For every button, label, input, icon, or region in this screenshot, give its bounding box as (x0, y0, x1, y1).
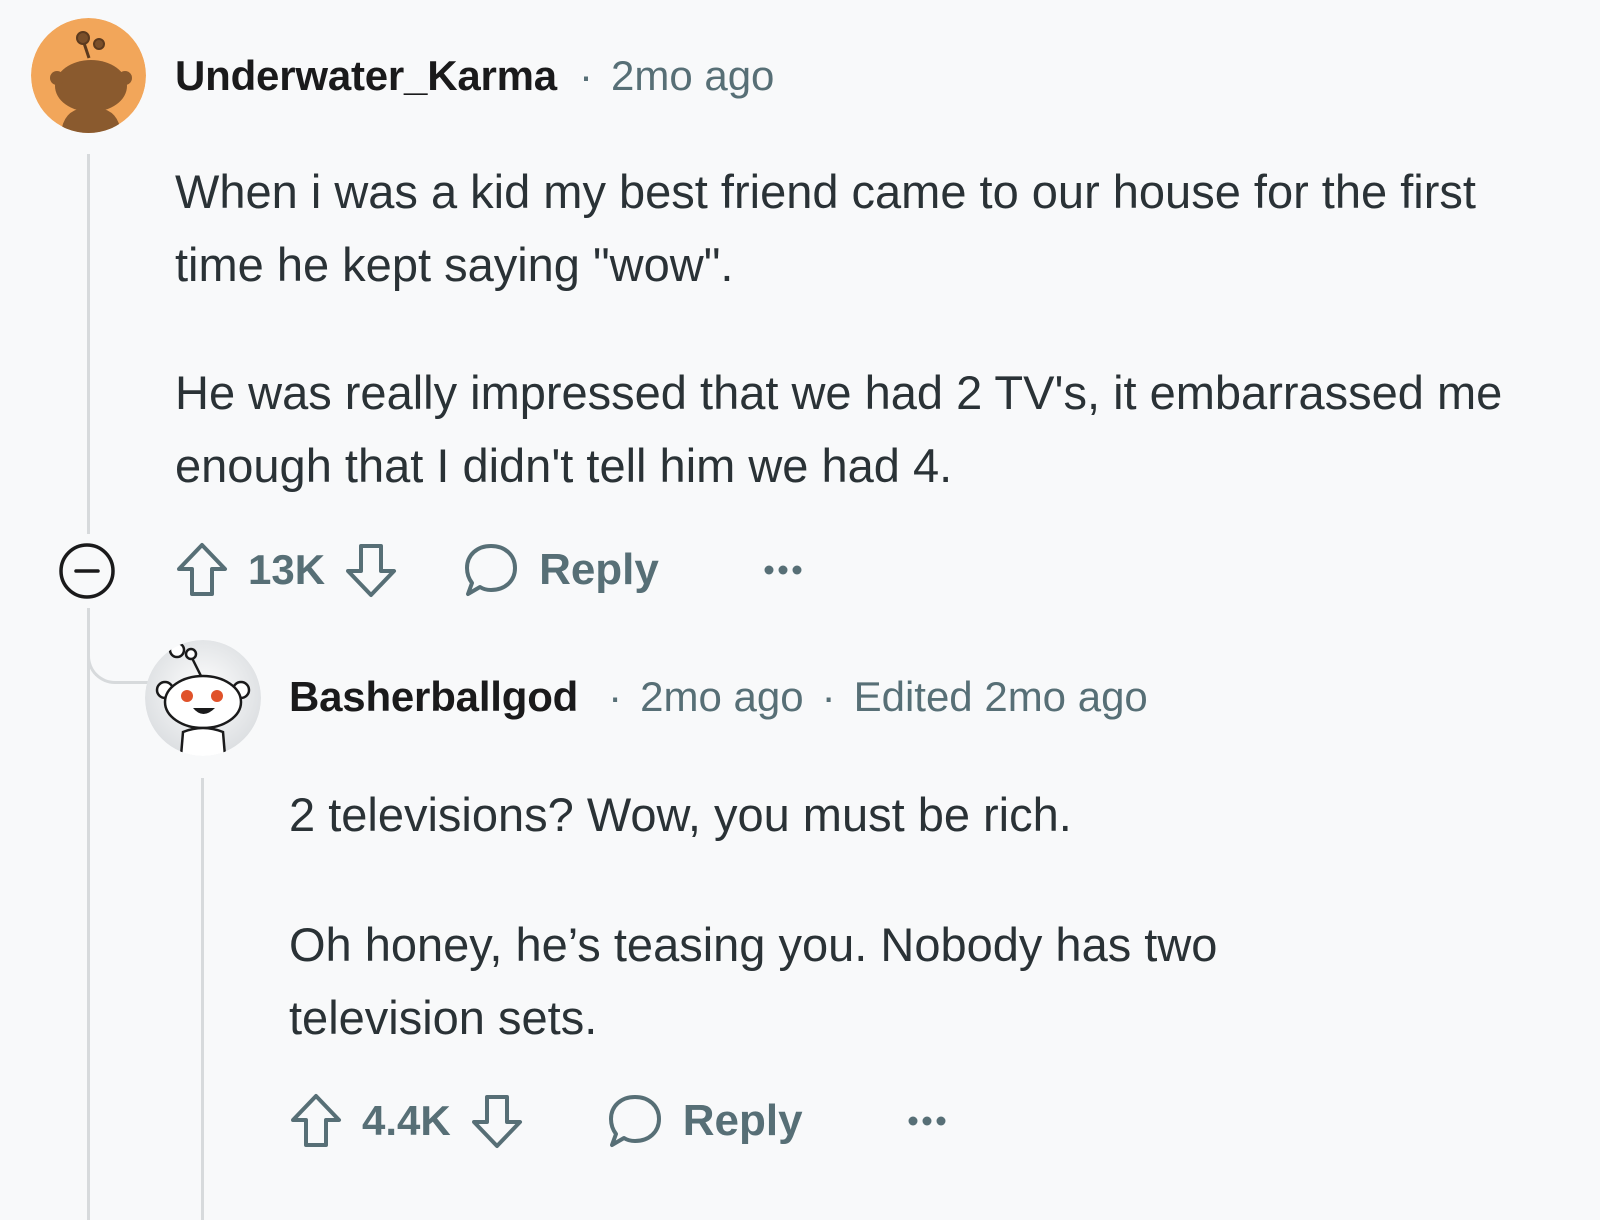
downvote-arrow-icon (346, 544, 397, 597)
comment-paragraph: When i was a kid my best friend came to … (175, 165, 1476, 291)
upvote-arrow-icon (291, 1094, 341, 1147)
vote-score: 13K (248, 546, 326, 593)
comment-timestamp[interactable]: 2mo ago (640, 673, 803, 721)
comment-header-2: Basherballgod · 2mo ago · Edited 2mo ago (289, 673, 1148, 721)
collapse-minus-icon (59, 543, 115, 599)
comment-actions-1: 13K Reply (174, 540, 811, 600)
meta-separator: · (821, 673, 836, 720)
reply-label: Reply (682, 1096, 803, 1145)
comment-paragraph: 2 televisions? Wow, you must be rich. (289, 788, 1072, 841)
thread-line-parent (87, 154, 90, 534)
ellipsis-icon (908, 1116, 946, 1126)
speech-bubble-icon (608, 1095, 661, 1147)
edited-timestamp: Edited 2mo ago (853, 673, 1148, 720)
speech-bubble-icon (465, 544, 518, 596)
username[interactable]: Underwater_Karma (175, 52, 557, 100)
vote-score: 4.4K (362, 1097, 451, 1144)
downvote-button[interactable] (469, 1091, 525, 1151)
reply-button[interactable]: Reply (607, 1093, 803, 1149)
reply-button[interactable]: Reply (463, 542, 659, 598)
downvote-button[interactable] (343, 540, 399, 600)
upvote-arrow-icon (177, 543, 227, 596)
avatar-basherballgod[interactable] (145, 640, 261, 756)
more-options-button[interactable] (899, 1101, 955, 1141)
ellipsis-icon (764, 565, 802, 575)
comment-body-2: 2 televisions? Wow, you must be rich. Oh… (289, 778, 1489, 1054)
upvote-button[interactable] (174, 540, 230, 600)
reply-label: Reply (539, 545, 659, 594)
more-options-button[interactable] (755, 550, 811, 590)
comment-paragraph: He was really impressed that we had 2 TV… (175, 366, 1503, 492)
thread-connector (87, 608, 151, 684)
comment-header-1: Underwater_Karma · 2mo ago (175, 52, 774, 100)
downvote-arrow-icon (471, 1095, 522, 1148)
snoo-avatar-white-icon (145, 640, 261, 756)
avatar-underwater-karma[interactable] (31, 18, 146, 133)
comment-paragraph: Oh honey, he’s teasing you. Nobody has t… (289, 918, 1218, 1044)
meta-separator: · (608, 673, 623, 720)
username[interactable]: Basherballgod (289, 673, 578, 721)
comment-timestamp[interactable]: 2mo ago (611, 52, 774, 100)
snoo-avatar-orange-icon (31, 18, 146, 133)
comment-body-1: When i was a kid my best friend came to … (175, 155, 1505, 502)
thread-line-child (201, 778, 204, 1220)
comment-actions-2: 4.4K Reply (288, 1091, 955, 1151)
collapse-thread-button[interactable] (58, 542, 116, 600)
thread-line-parent-lower (87, 608, 90, 1220)
meta-separator: · (578, 52, 593, 99)
upvote-button[interactable] (288, 1091, 344, 1151)
